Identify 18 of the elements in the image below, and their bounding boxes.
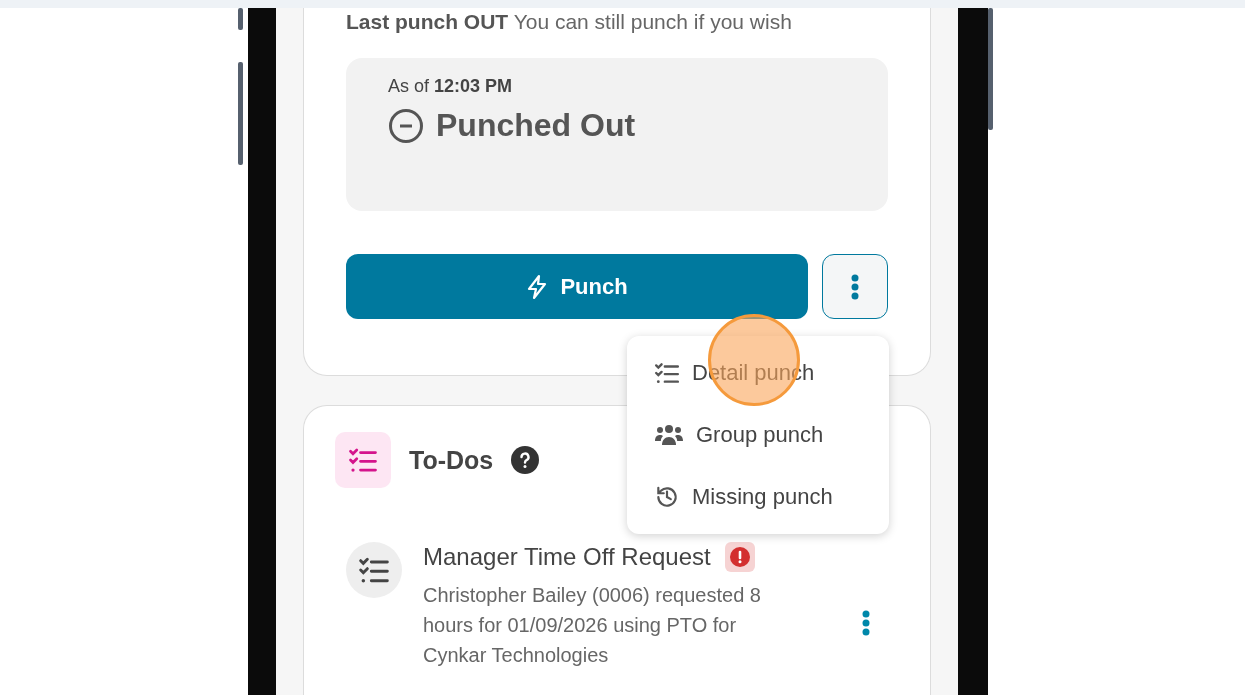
as-of-time: As of 12:03 PM	[388, 76, 514, 97]
minus-circle-icon	[388, 107, 424, 144]
todos-title: To-Dos	[409, 445, 494, 475]
last-punch-text: Last punch OUT You can still punch if you wish	[346, 9, 793, 35]
menu-item[interactable]: Missing punch	[627, 466, 889, 528]
people-icon	[654, 423, 684, 447]
kebab-icon	[851, 273, 859, 300]
checklist-icon	[654, 360, 680, 386]
todo-title[interactable]: Manager Time Off Request	[423, 543, 711, 571]
lightning-icon	[526, 273, 549, 300]
punch-status: Punched Out	[436, 107, 636, 144]
kebab-icon	[862, 610, 870, 636]
menu-item[interactable]: Group punch	[627, 404, 889, 466]
todo-description: Christopher Bailey (0006) requested 8 hours for 01/09/2026 using PTO for Cynkar Technologies	[423, 583, 762, 668]
more-button[interactable]	[822, 254, 888, 319]
punch-button[interactable]: Punch	[346, 254, 808, 319]
help-icon[interactable]	[511, 446, 540, 474]
history-icon	[654, 484, 680, 510]
